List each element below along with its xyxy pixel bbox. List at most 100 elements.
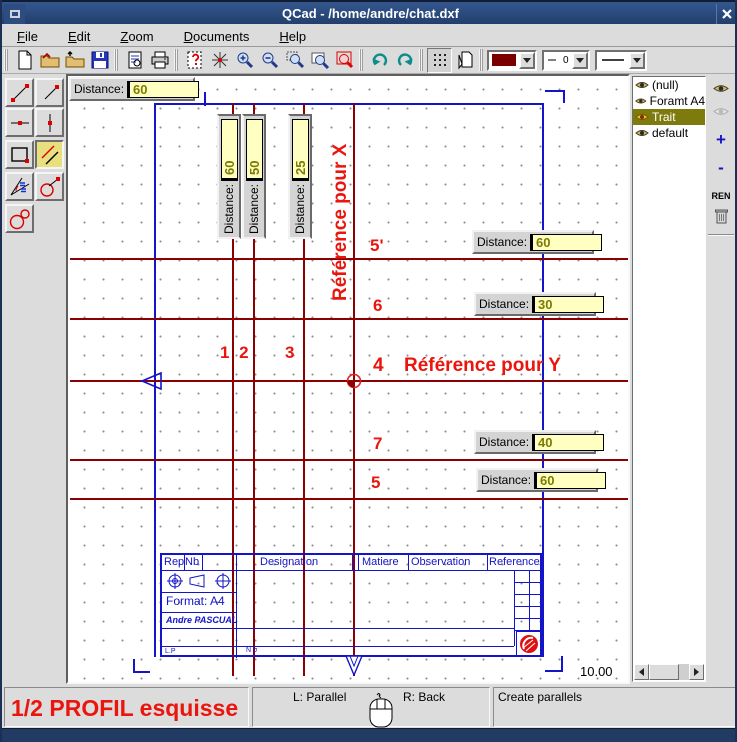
layer-row-default[interactable]: default (633, 125, 705, 141)
eye-icon[interactable] (635, 128, 649, 138)
tool-rectangle[interactable] (5, 140, 34, 169)
drawing-canvas[interactable]: Distance: Distance: Distance: Distance: … (66, 74, 630, 684)
distance-input[interactable] (530, 234, 602, 251)
rotated-distance-widget-2: Distance: (242, 114, 266, 239)
rename-layer-button[interactable]: REN (709, 186, 733, 206)
paper-frame-top (154, 103, 544, 105)
rotated-distance-widget-3: Distance: (288, 114, 312, 239)
reference-y-annotation: Référence pour Y (404, 355, 561, 377)
layer-row-trait[interactable]: Trait (633, 109, 705, 125)
distance-widget-40: Distance: (474, 430, 596, 454)
open-file-button[interactable] (37, 48, 62, 73)
tool-line-two-points[interactable] (5, 78, 34, 107)
save-file-button[interactable] (87, 48, 112, 73)
print-button[interactable] (147, 48, 172, 73)
pen-width-line-icon (547, 56, 561, 64)
grid-toggle-button[interactable] (427, 48, 452, 73)
toolbar-separator (174, 49, 178, 71)
new-file-button[interactable] (12, 48, 37, 73)
scroll-left-button[interactable] (634, 664, 649, 680)
distance-label: Distance: (293, 184, 307, 234)
scroll-right-button[interactable] (689, 664, 704, 680)
remove-layer-button[interactable]: - (709, 158, 733, 178)
distance-input[interactable] (532, 296, 604, 313)
distance-label: Distance: (477, 235, 527, 249)
paper-crop-mark (545, 90, 565, 92)
window-menu-button[interactable] (4, 4, 25, 24)
redraw-button[interactable] (182, 48, 207, 73)
parallel-lines-icon (38, 143, 62, 167)
zoom-window-button[interactable] (282, 48, 307, 73)
toolbar-separator (479, 49, 483, 71)
status-action-panel: Create parallels (493, 687, 737, 727)
menu-zoom[interactable]: Zoom (111, 27, 162, 46)
hide-layer-button[interactable] (709, 101, 733, 121)
line-style-dropdown-button[interactable] (629, 52, 645, 69)
reference-arrow-icon (140, 371, 164, 391)
distance-input[interactable] (127, 81, 199, 98)
tool-bisector[interactable] (5, 172, 34, 201)
pen-color-select[interactable] (487, 50, 537, 71)
tangent-circle-icon (38, 175, 62, 199)
zoom-auto-icon (310, 50, 330, 70)
eye-icon[interactable] (635, 80, 649, 90)
undo-button[interactable] (367, 48, 392, 73)
tool-parallel-lines[interactable] (35, 140, 64, 169)
menu-file[interactable]: File (8, 27, 47, 46)
eye-icon[interactable] (635, 112, 649, 122)
zoom-in-button[interactable] (232, 48, 257, 73)
tool-options-toolbar: Distance: (69, 77, 195, 101)
pen-width-dropdown-button[interactable] (572, 52, 588, 69)
tool-line-horizontal[interactable] (5, 108, 34, 137)
tool-line-vertical[interactable] (35, 108, 64, 137)
zoom-previous-button[interactable] (332, 48, 357, 73)
distance-input[interactable] (221, 119, 238, 181)
grid-icon (431, 51, 449, 69)
distance-input[interactable] (292, 119, 309, 181)
line-style-select[interactable] (595, 50, 647, 71)
plus-icon: + (716, 130, 726, 150)
tool-tangent-circle[interactable] (35, 172, 64, 201)
draw-tool-panel (2, 74, 66, 684)
show-layer-button[interactable] (709, 78, 733, 98)
distance-input[interactable] (534, 472, 606, 489)
zoom-auto-button[interactable] (307, 48, 332, 73)
tool-circles[interactable] (5, 204, 34, 233)
mark-5: 5 (371, 473, 380, 493)
status-bar: 1/2 PROFIL esquisse L: Parallel R: Back … (2, 686, 737, 728)
zoom-out-button[interactable] (257, 48, 282, 73)
layer-list[interactable]: (null) Foramt A4 Trait default (632, 76, 706, 682)
tb-header-observation: Observation (411, 556, 470, 568)
layer-row-foramt[interactable]: Foramt A4 (633, 93, 705, 109)
eye-icon[interactable] (635, 96, 647, 106)
draft-mode-button[interactable] (452, 48, 477, 73)
redo-button[interactable] (392, 48, 417, 73)
mark-3: 3 (285, 343, 294, 363)
add-layer-button[interactable]: + (709, 130, 733, 150)
distance-input[interactable] (532, 434, 604, 451)
tb-header-rep: Rep (164, 556, 184, 568)
pan-button[interactable] (207, 48, 232, 73)
close-button[interactable] (716, 4, 736, 24)
layer-list-hscrollbar[interactable] (634, 664, 704, 680)
distance-input[interactable] (246, 119, 263, 181)
mouse-right-hint: R: Back (403, 690, 445, 704)
pen-width-select[interactable]: 0 (542, 50, 590, 71)
layer-name: Trait (652, 110, 676, 124)
scrollbar-thumb[interactable] (649, 664, 679, 680)
print-preview-button[interactable] (122, 48, 147, 73)
open-folder-button[interactable] (62, 48, 87, 73)
menu-help[interactable]: Help (270, 27, 315, 46)
menu-documents[interactable]: Documents (175, 27, 259, 46)
pen-width-value: 0 (563, 55, 569, 66)
tool-line-angle[interactable] (35, 78, 64, 107)
layer-row-null[interactable]: (null) (633, 77, 705, 93)
rectangle-icon (8, 143, 32, 167)
pages-icon (455, 50, 475, 70)
menu-edit[interactable]: Edit (59, 27, 99, 46)
delete-layer-button[interactable] (709, 206, 733, 226)
title-bar[interactable]: QCad - /home/andre/chat.dxf (2, 0, 737, 24)
distance-label: Distance: (481, 473, 531, 487)
line-two-points-icon (8, 81, 32, 105)
pen-color-dropdown-button[interactable] (519, 52, 535, 69)
